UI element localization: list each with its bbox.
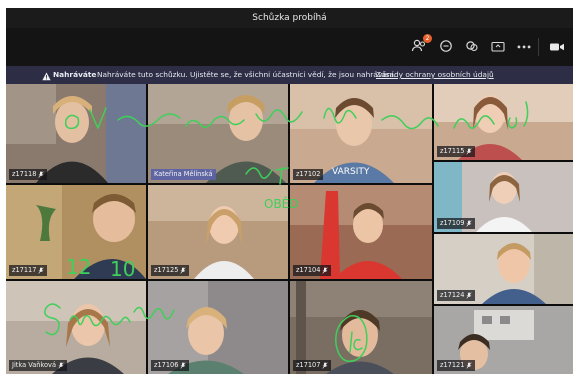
participant-nametag: z17118 [9, 169, 48, 180]
privacy-policy-link[interactable]: Zásady ochrany osobních údajů [376, 66, 494, 84]
video-tile[interactable]: z17109 [434, 162, 573, 232]
mic-off-icon [466, 148, 472, 155]
svg-text:VARSITY: VARSITY [332, 167, 370, 177]
participant-nametag: z17109 [437, 218, 476, 229]
participant-name: z17106 [154, 361, 179, 369]
video-tile[interactable]: VARSITY z17102 [290, 84, 432, 183]
reactions-button[interactable] [462, 37, 482, 57]
participant-name: z17104 [296, 266, 321, 274]
participant-nametag: z17104 [293, 265, 332, 276]
teams-meeting-window: Schůzka probíhá 2 ••• Nahráváte Nahrávát… [6, 8, 573, 374]
mic-off-icon [58, 362, 64, 369]
participant-nametag: Jitka Vaňková [9, 360, 67, 371]
participant-name: z17102 [296, 170, 321, 178]
video-tile[interactable]: z17115 [434, 84, 573, 160]
video-tile[interactable]: z17107 [290, 281, 432, 374]
participant-nametag: z17125 [151, 265, 190, 276]
participant-nametag: z17102 [293, 169, 324, 180]
video-tile[interactable]: z17125 [148, 185, 288, 279]
mic-off-icon [180, 362, 186, 369]
participant-nametag: z17115 [437, 146, 476, 157]
chat-button[interactable] [436, 37, 456, 57]
video-tile[interactable]: z17124 [434, 234, 573, 304]
video-tile[interactable]: z17121 [434, 306, 573, 374]
video-tile[interactable]: z17118 [6, 84, 146, 183]
recording-banner: Nahráváte Nahráváte tuto schůzku. Ujistě… [6, 66, 573, 84]
participants-button[interactable]: 2 [409, 34, 432, 57]
camera-button[interactable] [547, 37, 567, 57]
window-title: Schůzka probíhá [252, 13, 327, 23]
participant-name: z17118 [12, 170, 37, 178]
mic-off-icon [466, 292, 472, 299]
more-actions-button[interactable]: ••• [514, 37, 534, 57]
participant-name: z17109 [440, 219, 465, 227]
toolbar-divider [538, 38, 539, 56]
chat-icon [439, 38, 453, 57]
video-tile[interactable]: z17106 [148, 281, 288, 374]
mic-off-icon [322, 267, 328, 274]
participant-name: z17115 [440, 147, 465, 155]
participant-nametag: z17124 [437, 290, 476, 301]
participant-nametag: z17107 [293, 360, 332, 371]
participant-name: z17117 [12, 266, 37, 274]
meeting-toolbar: 2 ••• [6, 28, 573, 66]
reactions-icon [465, 38, 479, 57]
recording-label: Nahráváte [53, 70, 97, 79]
mic-off-icon [38, 171, 44, 178]
video-tile[interactable]: Kateřina Mělínská [148, 84, 288, 183]
participants-badge: 2 [423, 34, 432, 43]
participant-nametag: Kateřina Mělínská [151, 169, 216, 180]
participant-name: Kateřina Mělínská [154, 170, 213, 178]
participant-name: z17107 [296, 361, 321, 369]
participant-name: z17125 [154, 266, 179, 274]
mic-off-icon [466, 362, 472, 369]
mic-off-icon [322, 362, 328, 369]
share-screen-button[interactable] [488, 37, 508, 57]
mic-off-icon [466, 220, 472, 227]
recording-message: Nahráváte tuto schůzku. Ujistěte se, že … [97, 70, 396, 79]
mic-off-icon [38, 267, 44, 274]
mic-off-icon [180, 267, 186, 274]
more-icon: ••• [516, 42, 532, 52]
video-grid: z17118 Kateřina Mělínská VARSITY z17102 … [6, 84, 573, 374]
participant-name: z17124 [440, 291, 465, 299]
video-tile[interactable]: z17104 [290, 185, 432, 279]
participant-name: z17121 [440, 361, 465, 369]
video-tile[interactable]: Jitka Vaňková [6, 281, 146, 374]
video-tile[interactable]: z17117 [6, 185, 146, 279]
participant-name: Jitka Vaňková [12, 361, 56, 369]
camera-icon [549, 38, 565, 57]
title-bar: Schůzka probíhá [6, 8, 573, 28]
participant-nametag: z17106 [151, 360, 190, 371]
share-screen-icon [491, 38, 505, 57]
participant-nametag: z17121 [437, 360, 476, 371]
participant-nametag: z17117 [9, 265, 48, 276]
